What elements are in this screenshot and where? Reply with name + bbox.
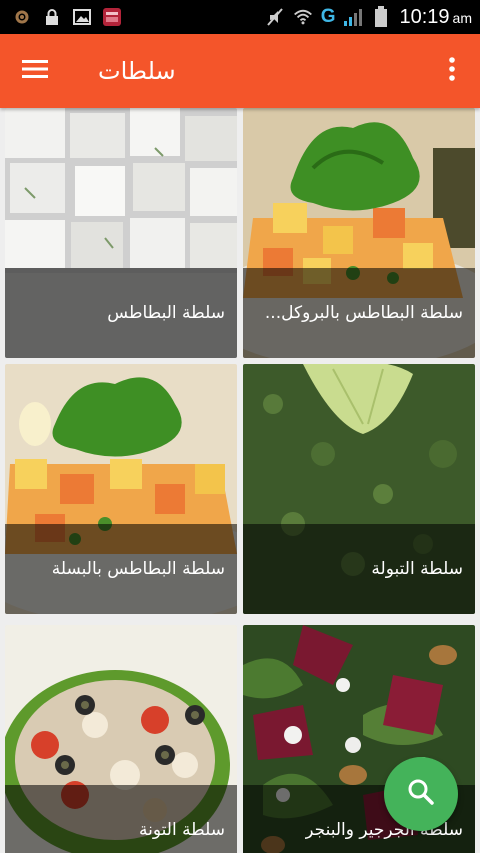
more-vertical-icon <box>449 57 455 85</box>
recipe-card[interactable]: سلطة التبولة <box>243 364 475 614</box>
signal-icon <box>343 7 363 27</box>
recipe-name: سلطة التونة <box>139 820 225 840</box>
mute-icon <box>265 7 285 27</box>
lock-icon <box>42 7 62 27</box>
recipe-card[interactable]: سلطة البطاطس بالبسلة <box>5 364 237 614</box>
wifi-icon <box>293 7 313 27</box>
overflow-menu-button[interactable] <box>424 34 480 108</box>
recipe-caption: سلطة البطاطس بالبسلة <box>5 524 237 614</box>
app-toolbar: سلطات <box>0 34 480 108</box>
recipe-caption: سلطة البطاطس <box>5 268 237 358</box>
recipe-name: سلطة البطاطس بالبروكل... <box>264 303 463 323</box>
recipe-caption: سلطة التبولة <box>243 524 475 614</box>
recipe-name: سلطة البطاطس بالبسلة <box>51 559 225 579</box>
network-type: G <box>320 6 336 27</box>
search-fab-button[interactable] <box>384 757 458 831</box>
recipe-card[interactable]: سلطة البطاطس بالبروكل... <box>243 108 475 358</box>
recipe-name: سلطة البطاطس <box>107 303 225 323</box>
battery-icon <box>371 6 391 27</box>
clock: 10:19 am <box>399 6 472 29</box>
search-icon <box>407 778 435 810</box>
app-icon <box>102 7 122 27</box>
recipe-name: سلطة التبولة <box>371 559 463 579</box>
menu-button[interactable] <box>0 34 70 108</box>
recipe-card[interactable]: سلطة التونة <box>5 625 237 853</box>
recipe-card[interactable]: سلطة البطاطس <box>5 108 237 358</box>
page-title: سلطات <box>98 57 176 85</box>
recipe-grid: سلطة البطاطس بالبروكل... سلطة البطاطس سل… <box>0 108 480 853</box>
recipe-caption: سلطة البطاطس بالبروكل... <box>243 268 475 358</box>
settings-icon <box>12 7 32 27</box>
clock-time: 10:19 <box>399 5 450 28</box>
clock-ampm: am <box>452 9 472 26</box>
image-icon <box>72 7 92 27</box>
status-bar: G 10:19 am <box>0 0 480 34</box>
hamburger-icon <box>22 59 48 83</box>
recipe-caption: سلطة التونة <box>5 785 237 853</box>
